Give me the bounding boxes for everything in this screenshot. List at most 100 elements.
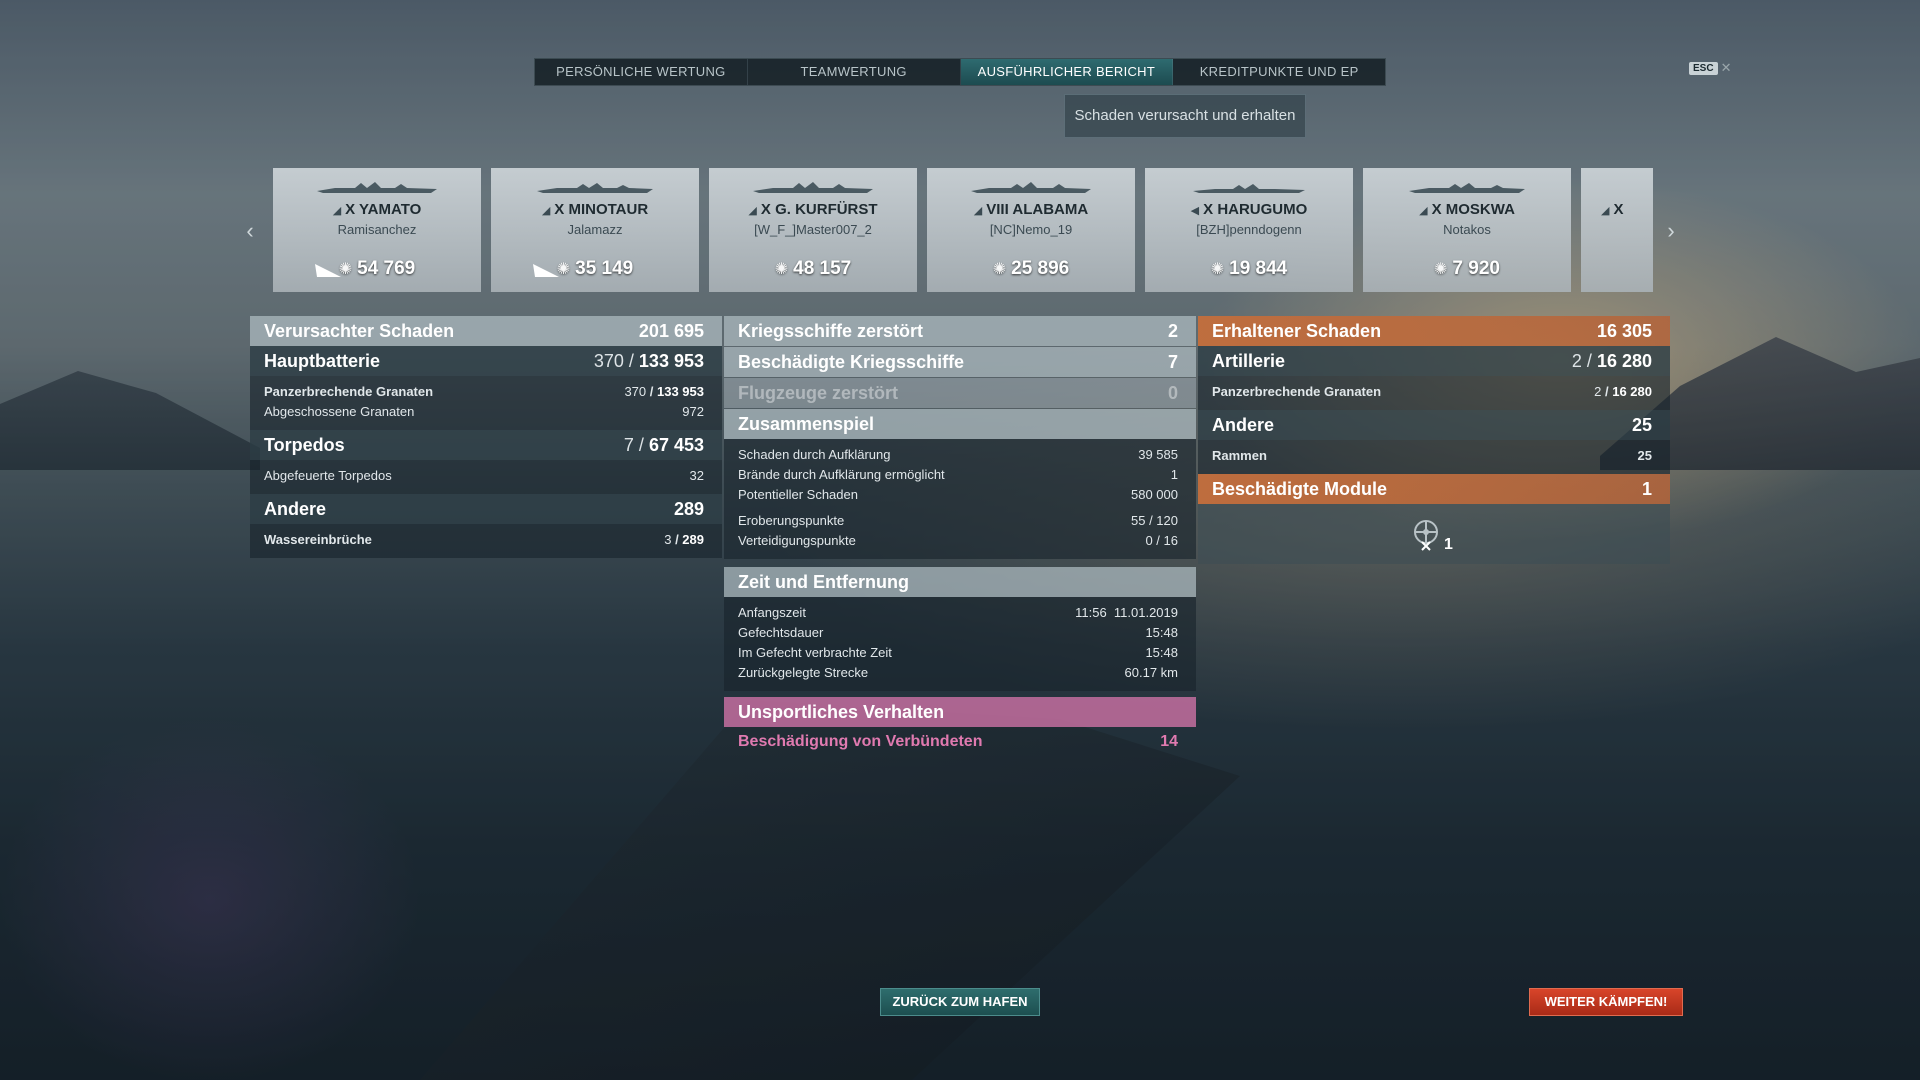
ship-card[interactable]: ◢ VIII ALABAMA [NC]Nemo_19 ✺ 25 896 [927,168,1135,292]
ship-name: X MINOTAUR [554,201,649,218]
ship-name: X HARUGUMO [1203,201,1308,218]
damage-burst-icon: ✺ [1434,261,1448,278]
ships-destroyed-header: Kriegsschiffe zerstört 2 [724,316,1196,346]
potential-damage-row: Potentieller Schaden 580 000 [738,487,1178,502]
ship-name: X YAMATO [345,201,422,218]
planes-destroyed-header: Flugzeuge zerstört 0 [724,378,1196,408]
damage-burst-icon: ✺ [556,261,571,278]
ramming-row: Rammen 25 [1212,448,1652,463]
continue-fighting-button[interactable]: WEITER KÄMPFEN! [1529,988,1683,1016]
torpedoes-label: Torpedos [264,434,345,455]
return-to-port-button[interactable]: ZURÜCK ZUM HAFEN [880,988,1040,1016]
spotting-damage-row: Schaden durch Aufklärung 39 585 [738,447,1178,462]
ship-damage-value: 19 844 [1229,258,1288,279]
tab-personal-score[interactable]: PERSÖNLICHE WERTUNG [535,59,748,85]
torpedoes-fired-row: Abgefeuerte Torpedos 32 [264,468,704,483]
battleship-class-icon: ◢ [973,205,983,217]
distance-row: Zurückgelegte Strecke 60.17 km [738,665,1178,680]
ship-name: VIII ALABAMA [986,201,1089,218]
teamplay-header: Zusammenspiel [724,409,1196,439]
ship-silhouette-icon [317,182,437,193]
damaged-modules-header: Beschädigte Module 1 [1198,474,1670,504]
artillery-details: Panzerbrechende Granaten 2 / 16 280 [1198,376,1670,410]
damage-dealt-label: Verursachter Schaden [264,320,455,341]
tab-detailed-report[interactable]: AUSFÜHRLICHER BERICHT [960,59,1174,85]
player-name: Jalamazz [567,222,623,237]
ship-silhouette-icon [1193,184,1305,193]
battle-summary-panel: Kriegsschiffe zerstört 2 Beschädigte Kri… [724,316,1196,757]
artillery-header: Artillerie 2 / 16 280 [1198,346,1670,376]
damage-burst-icon: ✺ [1210,261,1225,278]
main-battery-header: Hauptbatterie 370 / 133 953 [250,346,722,376]
chevron-right-icon[interactable]: › [1661,218,1681,244]
received-ap-shells-row: Panzerbrechende Granaten 2 / 16 280 [1212,384,1652,399]
received-other-header: Andere 25 [1198,410,1670,440]
ap-shells-row: Panzerbrechende Granaten 370 / 133 953 [264,384,704,399]
ship-damage-value: 35 149 [575,258,634,279]
time-distance-header: Zeit und Entfernung [724,567,1196,597]
chevron-left-icon[interactable]: ‹ [240,218,260,244]
player-name: [W_F_]Master007_2 [754,222,872,237]
ship-damage-value: 48 157 [793,258,852,279]
ship-damage-value: 54 769 [357,258,416,279]
shells-fired-row: Abgeschossene Granaten 972 [264,404,704,419]
defense-points-row: Verteidigungspunkte 0 / 16 [738,533,1178,548]
destroyer-class-icon: ◀ [1190,205,1200,217]
ship-name: X [1613,201,1624,218]
damage-burst-icon: ✺ [338,261,353,278]
flooding-row: Wassereinbrüche 3 / 289 [264,532,704,547]
time-distance-details: Anfangszeit 11:56 11.01.2019 Gefechtsdau… [724,597,1196,691]
esc-key[interactable]: ESC [1689,61,1718,75]
ship-card-partial[interactable]: ◢ X [1581,168,1653,292]
close-control[interactable]: ESC ✕ [1689,60,1731,76]
damage-received-panel: Erhaltener Schaden 16 305 Artillerie 2 /… [1198,316,1670,564]
player-name: [BZH]penndogenn [1196,222,1302,237]
damage-dealt-header: Verursachter Schaden 201 695 [250,316,722,346]
ship-name: X G. KURFÜRST [760,201,878,218]
damage-burst-icon: ✺ [992,261,1007,278]
ship-card[interactable]: ◢ X MINOTAUR Jalamazz ✺ 35 149 [491,168,699,292]
battle-duration-row: Gefechtsdauer 15:48 [738,625,1178,640]
cruiser-class-icon: ◢ [1601,205,1610,217]
capture-points-row: Eroberungspunkte 55 / 120 [738,513,1178,528]
damaged-modules-box: 1 [1198,504,1670,564]
other-damage-header: Andere 289 [250,494,722,524]
ship-silhouette-icon [1409,183,1525,193]
ally-damage-row: Beschädigung von Verbündeten 14 [738,733,1178,750]
ship-damage-value: 25 896 [1011,258,1070,279]
ship-name: X MOSKWA [1431,201,1515,218]
torpedoes-details: Abgefeuerte Torpedos 32 [250,460,722,494]
ship-card[interactable]: ◢ X G. KURFÜRST [W_F_]Master007_2 ✺ 48 157 [709,168,917,292]
other-damage-details: Wassereinbrüche 3 / 289 [250,524,722,558]
damage-received-header: Erhaltener Schaden 16 305 [1198,316,1670,346]
damage-dealt-panel: Verursachter Schaden 201 695 Hauptbatter… [250,316,722,558]
battleship-class-icon: ◢ [332,205,342,217]
cruiser-class-icon: ◢ [541,205,551,217]
close-icon[interactable]: ✕ [1721,60,1732,76]
player-name: Notakos [1443,222,1491,237]
ship-card[interactable]: ◢ X MOSKWA Notakos ✺ 7 920 [1363,168,1571,292]
main-battery-label: Hauptbatterie [264,350,381,371]
main-battery-value: 133 953 [638,350,704,371]
results-tabs: PERSÖNLICHE WERTUNG TEAMWERTUNG AUSFÜHRL… [534,58,1386,86]
subtab-damage-dealt-received[interactable]: Schaden verursacht und erhalten [1064,94,1306,138]
ship-silhouette-icon [537,183,653,193]
tab-team-score[interactable]: TEAMWERTUNG [748,59,961,85]
ship-silhouette-icon [753,182,873,193]
ship-damage-value: 7 920 [1452,258,1500,279]
torpedoes-header: Torpedos 7 / 67 453 [250,430,722,460]
main-battery-hits: 370 [593,350,624,371]
damaged-module-count: 1 [1444,536,1453,553]
tab-credits-xp[interactable]: KREDITPUNKTE UND EP [1173,59,1385,85]
damage-dealt-value: 201 695 [638,320,704,341]
damage-burst-icon: ✺ [774,261,789,278]
ship-card[interactable]: ◢ X YAMATO Ramisanchez ✺ 54 769 [273,168,481,292]
player-name: [NC]Nemo_19 [989,222,1073,237]
time-in-battle-row: Im Gefecht verbrachte Zeit 15:48 [738,645,1178,660]
main-battery-details: Panzerbrechende Granaten 370 / 133 953 A… [250,376,722,430]
player-name: Ramisanchez [337,222,417,237]
battleship-class-icon: ◢ [748,205,757,217]
ships-damaged-header: Beschädigte Kriegsschiffe 7 [724,347,1196,377]
ship-card[interactable]: ◀ X HARUGUMO [BZH]penndogenn ✺ 19 844 [1145,168,1353,292]
cruiser-class-icon: ◢ [1419,205,1428,217]
